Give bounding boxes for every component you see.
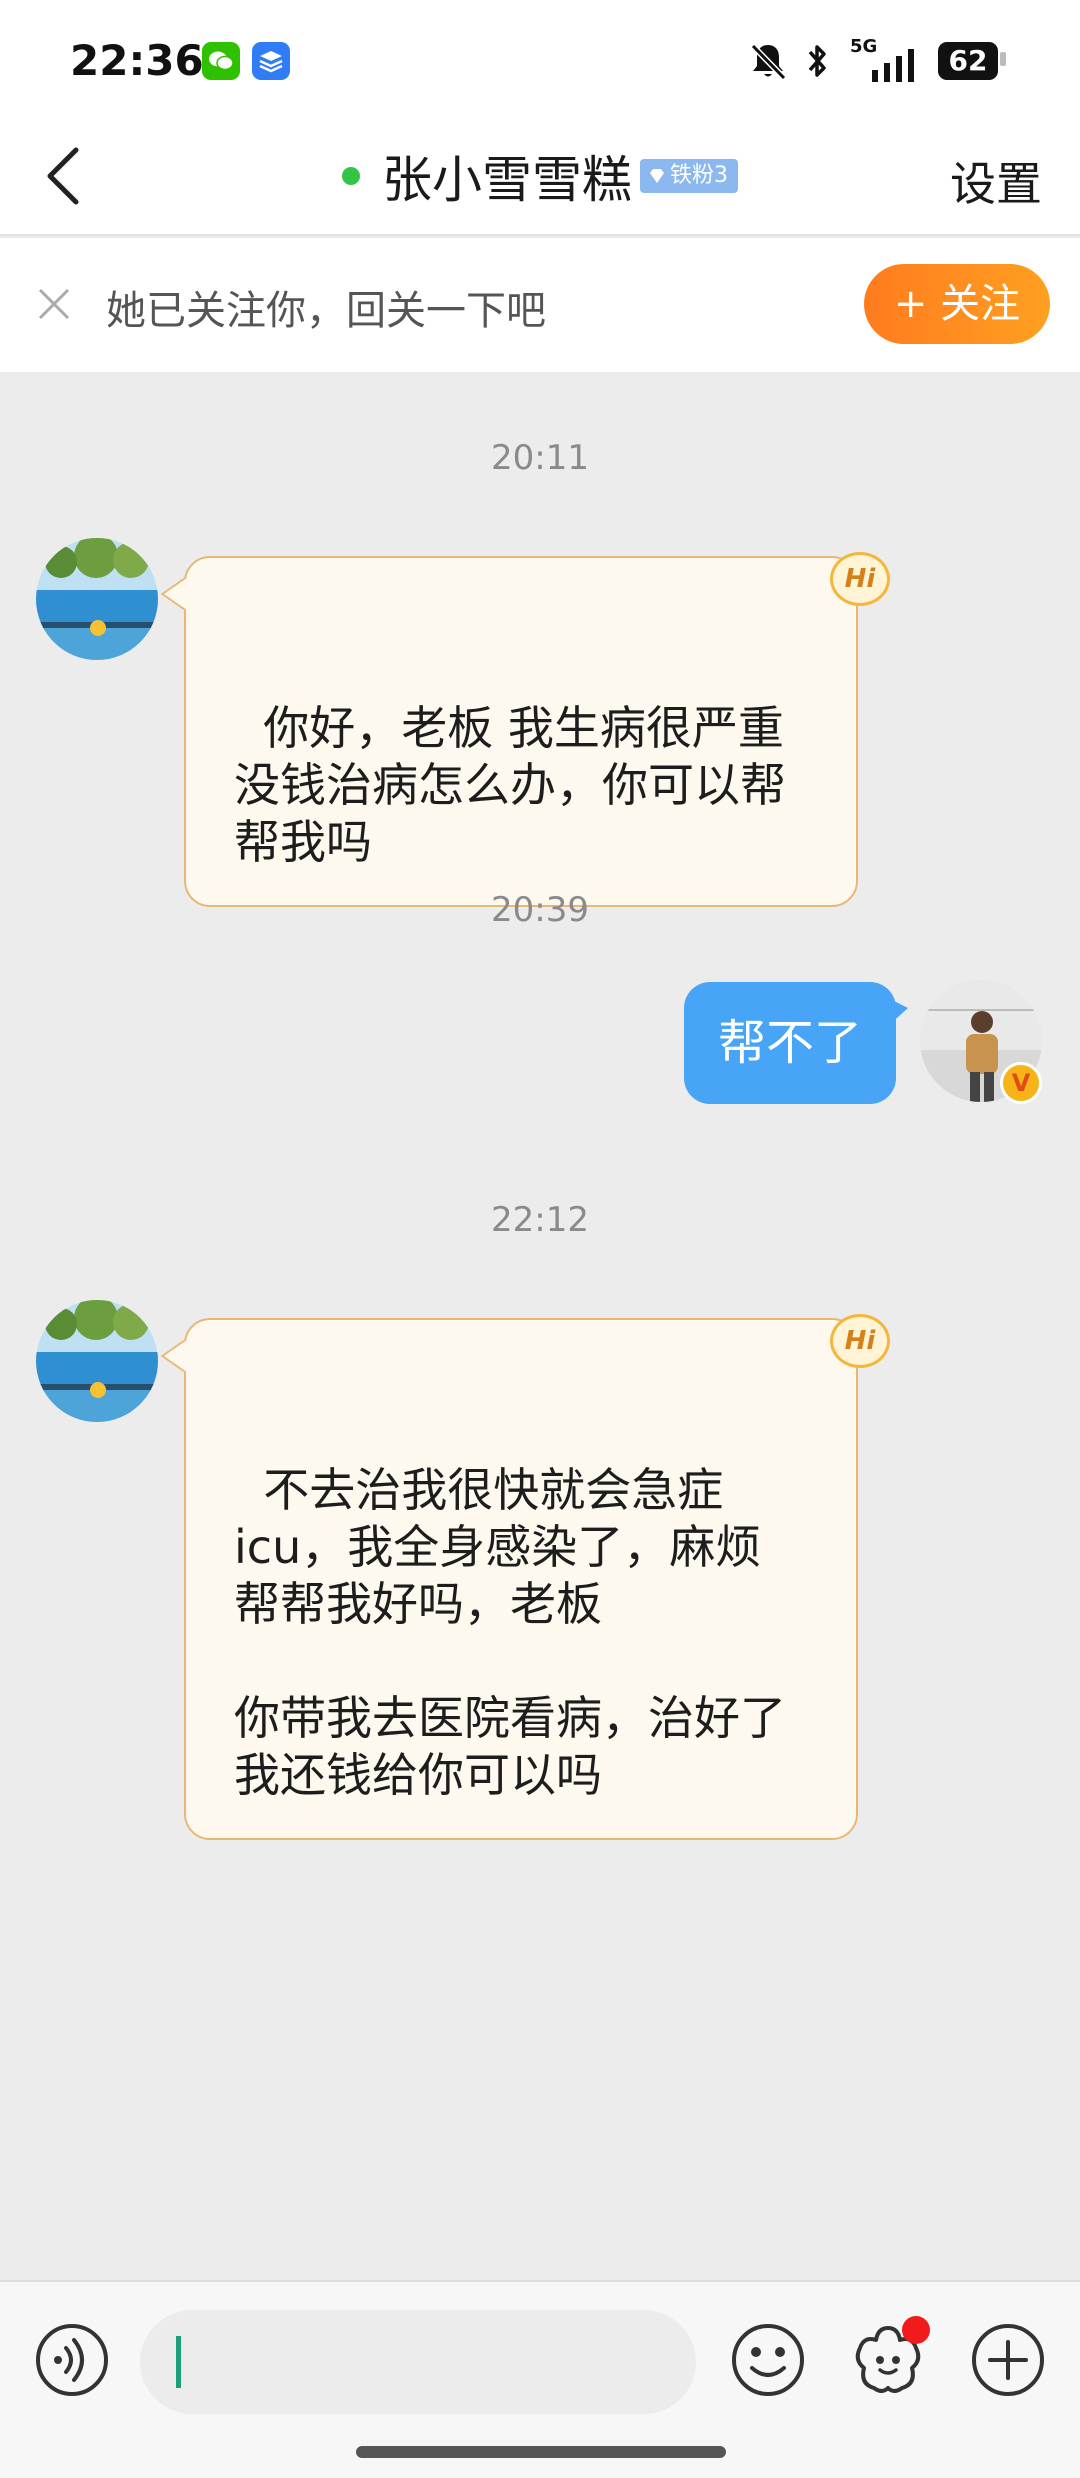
- message-timestamp: 22:12: [491, 1200, 589, 1240]
- hi-badge: Hi: [830, 1314, 890, 1368]
- message-text: 不去治我很快就会急症 icu，我全身感染了，麻烦 帮帮我好吗，老板 你带我去医院…: [234, 1463, 786, 1802]
- message-timestamp: 20:39: [491, 890, 589, 930]
- fan-level-badge: 铁粉3: [640, 159, 738, 193]
- chat-header: 张小雪雪糕 铁粉3 设置: [0, 122, 1080, 236]
- title-group: 张小雪雪糕 铁粉3: [0, 140, 1080, 212]
- message-text: 帮不了: [717, 1015, 862, 1071]
- message-timestamp: 20:11: [491, 438, 589, 478]
- online-status-dot: [342, 167, 360, 185]
- message-text: 你好，老板 我生病很严重 没钱治病怎么办，你可以帮 帮我吗: [234, 701, 786, 869]
- seaside-avatar-image: [36, 538, 158, 660]
- follow-suggestion-bar: 她已关注你，回关一下吧 + 关注: [0, 238, 1080, 372]
- close-icon[interactable]: [34, 284, 74, 324]
- contact-name[interactable]: 张小雪雪糕: [382, 140, 632, 212]
- sender-avatar[interactable]: [36, 1300, 158, 1422]
- status-bar: 22:36 5G 62: [0, 0, 1080, 122]
- voice-icon[interactable]: [34, 2322, 110, 2398]
- plus-icon[interactable]: [970, 2322, 1046, 2398]
- diamond-icon: [650, 169, 664, 183]
- follow-button[interactable]: + 关注: [864, 264, 1050, 344]
- battery-level: 62: [948, 44, 988, 77]
- battery-tip: [1000, 52, 1006, 66]
- bubble-tail: [160, 1339, 208, 1373]
- sender-avatar[interactable]: [36, 538, 158, 660]
- wechat-icon: [202, 42, 240, 80]
- status-time: 22:36: [70, 36, 204, 85]
- layers-app-icon: [252, 42, 290, 80]
- message-input[interactable]: [140, 2310, 696, 2414]
- incoming-message-bubble[interactable]: 不去治我很快就会急症 icu，我全身感染了，麻烦 帮帮我好吗，老板 你带我去医院…: [160, 1318, 858, 1840]
- bluetooth-icon: [808, 45, 826, 77]
- settings-button[interactable]: 设置: [950, 148, 1042, 214]
- seaside-avatar-image: [36, 1300, 158, 1422]
- notification-dot: [902, 2316, 930, 2344]
- fan-badge-label: 铁粉3: [670, 163, 728, 188]
- hi-badge: Hi: [830, 552, 890, 606]
- outgoing-message-bubble[interactable]: 帮不了: [684, 982, 908, 1104]
- incoming-message-bubble[interactable]: 你好，老板 我生病很严重 没钱治病怎么办，你可以帮 帮我吗: [160, 556, 858, 907]
- verified-badge: V: [1000, 1062, 1042, 1104]
- mute-bell-icon: [750, 43, 787, 81]
- signal-icon: [872, 49, 914, 82]
- emoji-icon[interactable]: [730, 2322, 806, 2398]
- bubble-tail: [160, 577, 208, 611]
- bubble-tail: [888, 998, 908, 1026]
- battery-icon: 62: [938, 42, 998, 80]
- follow-hint-text: 她已关注你，回关一下吧: [106, 288, 546, 334]
- text-caret: [176, 2336, 181, 2388]
- home-indicator[interactable]: [356, 2446, 726, 2458]
